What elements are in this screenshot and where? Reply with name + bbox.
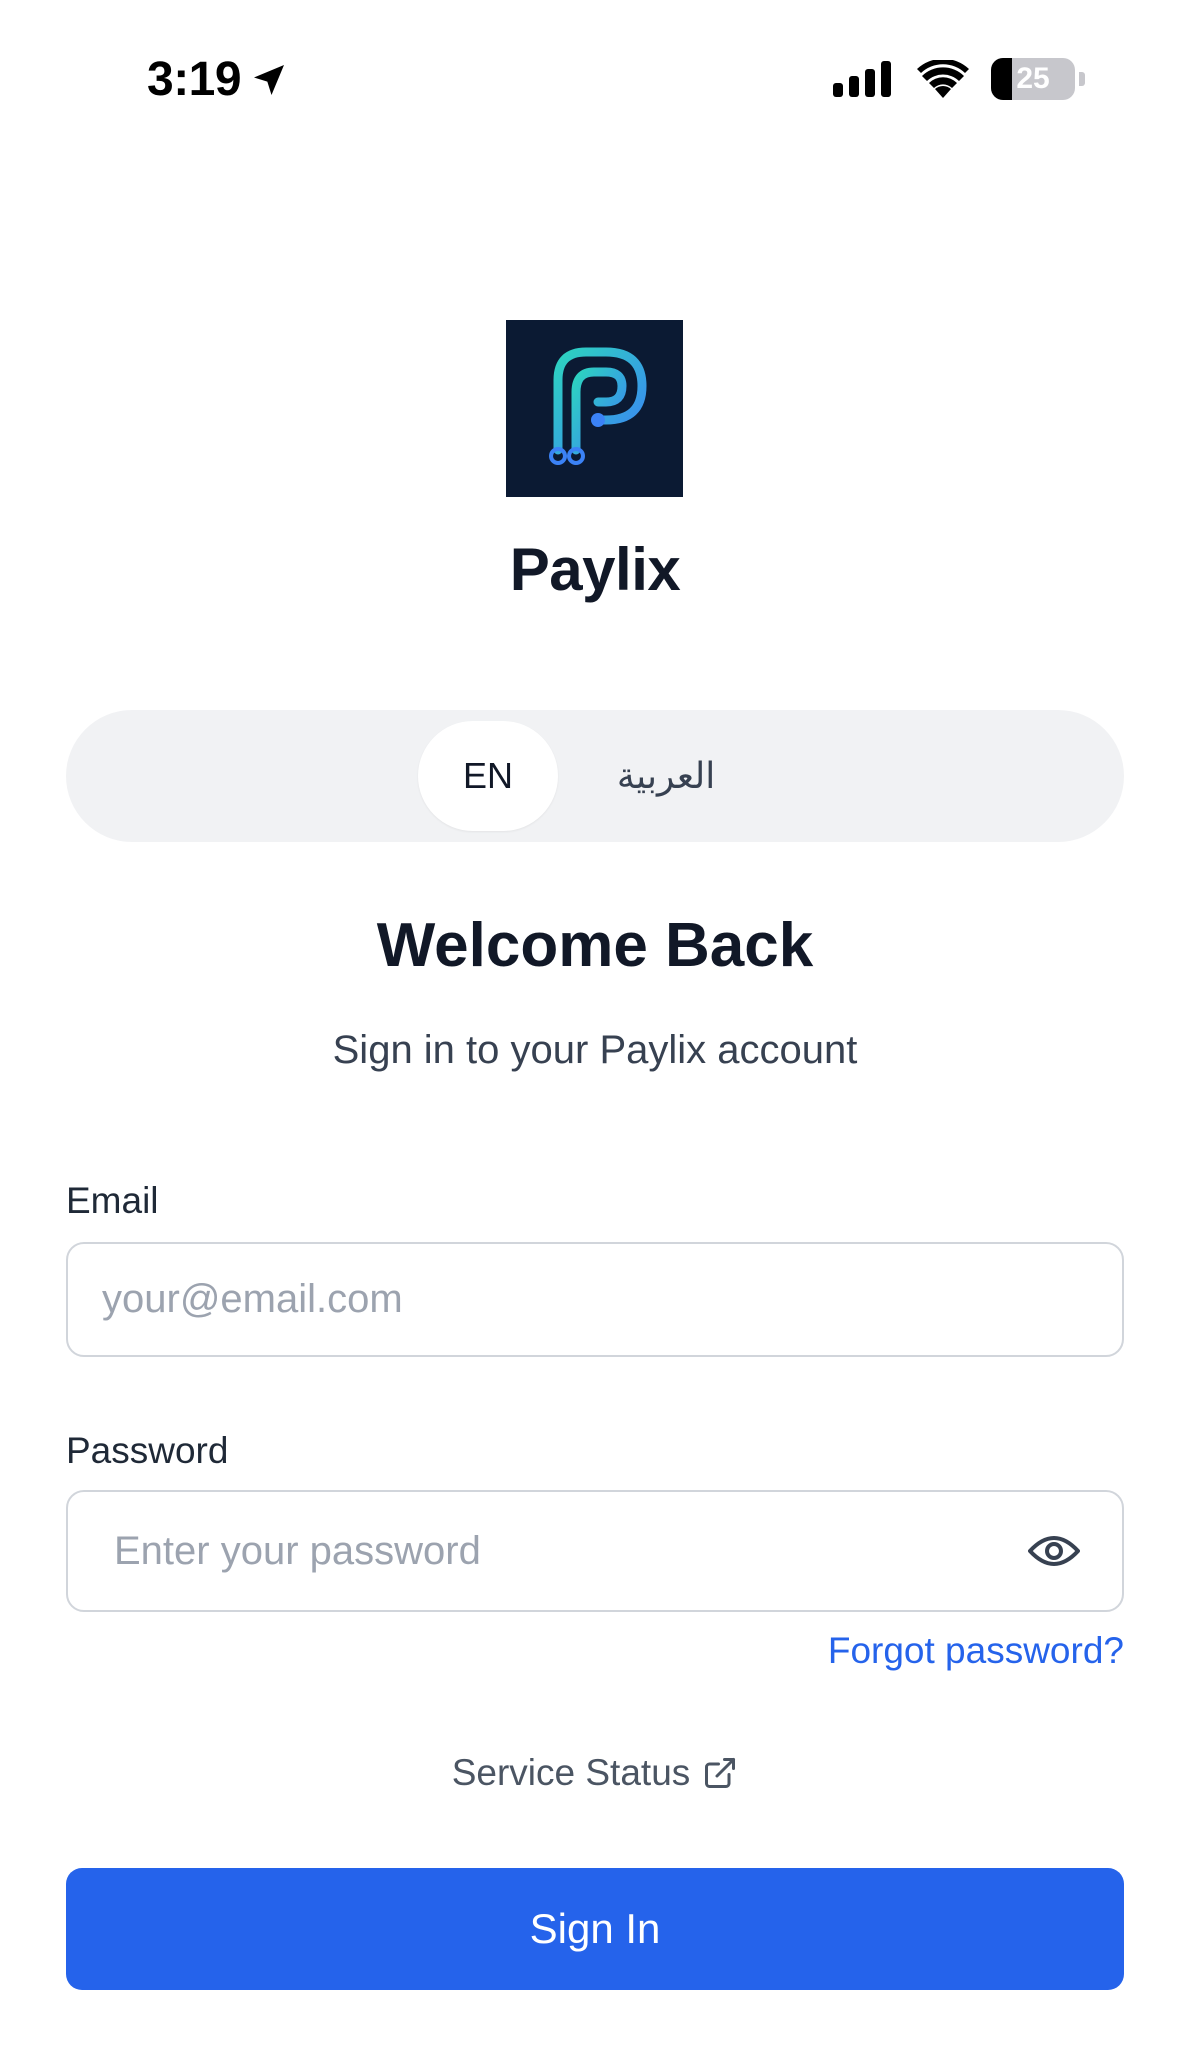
service-status-link[interactable]: Service Status bbox=[0, 1752, 1190, 1794]
password-field[interactable] bbox=[114, 1492, 1014, 1610]
sign-in-button[interactable]: Sign In bbox=[66, 1868, 1124, 1990]
battery-level: 25 bbox=[1016, 62, 1050, 95]
password-field-container bbox=[66, 1490, 1124, 1612]
status-indicators: 25 bbox=[833, 58, 1085, 100]
show-password-button[interactable] bbox=[1026, 1531, 1082, 1571]
battery-fill bbox=[991, 58, 1012, 100]
battery-cap bbox=[1079, 72, 1085, 86]
language-option-en[interactable]: EN bbox=[418, 721, 558, 831]
paylix-logo-icon bbox=[506, 320, 683, 497]
battery-icon: 25 bbox=[991, 58, 1075, 100]
email-field-container bbox=[66, 1242, 1124, 1357]
email-label: Email bbox=[66, 1180, 159, 1221]
status-time: 3:19 bbox=[147, 52, 289, 107]
service-status-label: Service Status bbox=[451, 1752, 691, 1793]
eye-icon bbox=[1028, 1536, 1080, 1566]
language-option-arabic[interactable]: العربية bbox=[586, 721, 746, 831]
page-title: Welcome Back bbox=[376, 911, 814, 980]
status-bar: 3:19 25 bbox=[0, 0, 1190, 160]
password-label: Password bbox=[66, 1430, 229, 1471]
status-time-text: 3:19 bbox=[147, 53, 242, 106]
page-subtitle: Sign in to your Paylix account bbox=[332, 1028, 858, 1072]
wifi-icon bbox=[917, 60, 969, 98]
location-arrow-icon bbox=[254, 64, 285, 95]
cellular-signal-icon bbox=[833, 61, 891, 97]
forgot-password-link[interactable]: Forgot password? bbox=[828, 1630, 1124, 1672]
language-toggle: EN العربية bbox=[66, 710, 1124, 842]
email-field[interactable] bbox=[102, 1244, 1002, 1355]
external-link-icon bbox=[705, 1758, 736, 1788]
brand-name: Paylix bbox=[509, 536, 681, 603]
